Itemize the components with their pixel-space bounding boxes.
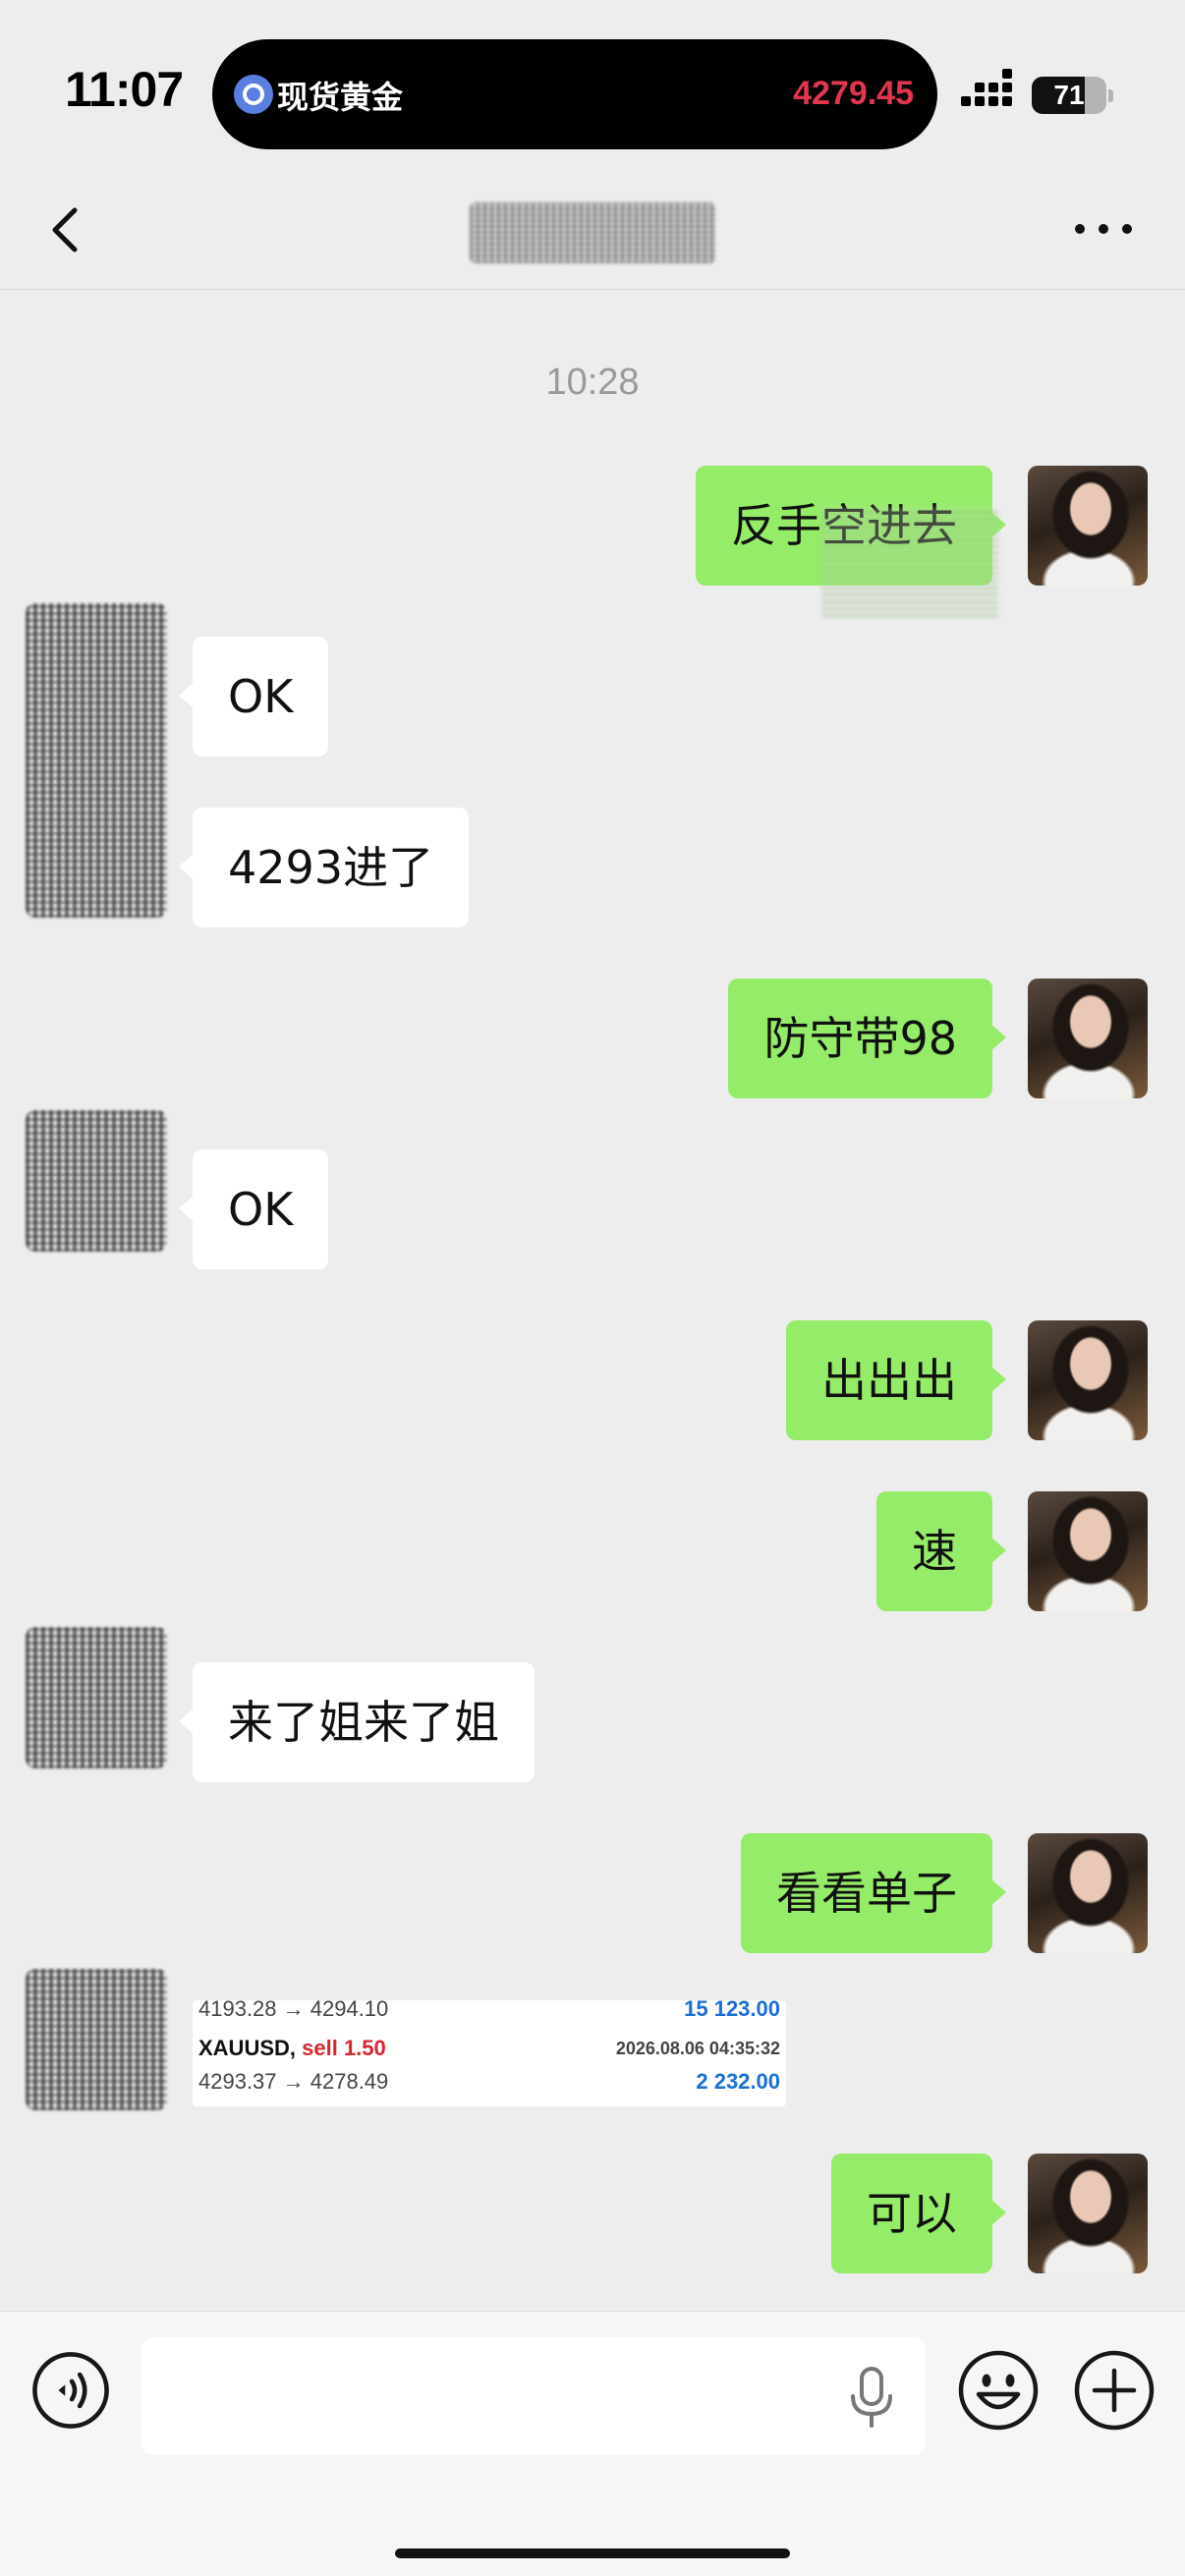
trade-profit: 2 232.00 (696, 2069, 780, 2094)
message-bubble-incoming[interactable]: 4293进了 (178, 808, 470, 927)
message-bubble-incoming[interactable]: OK (178, 1149, 329, 1269)
avatar[interactable] (26, 1110, 167, 1252)
chat-input-bar (0, 2311, 1185, 2576)
trade-prices: 4293.37 → 4278.49 (198, 2069, 389, 2094)
message-input[interactable] (141, 2337, 926, 2455)
status-bar: 11:07 现货黄金 4279.45 71 (0, 0, 1185, 177)
avatar[interactable] (1028, 1320, 1148, 1440)
status-time: 11:07 (65, 62, 184, 117)
avatar[interactable] (26, 1969, 167, 2110)
battery-nub (1108, 89, 1113, 102)
chat-header (0, 177, 1185, 290)
trade-symbol: XAUUSD, (198, 2036, 297, 2060)
redaction-blur (821, 507, 998, 617)
cellular-signal-icon (961, 69, 1016, 114)
message-bubble-incoming[interactable]: 来了姐来了姐 (179, 1662, 535, 1782)
battery-level: 71 (1053, 80, 1085, 110)
voice-mode-icon[interactable] (31, 2351, 110, 2430)
avatar[interactable] (1028, 979, 1148, 1098)
plus-icon[interactable] (1073, 2349, 1156, 2432)
trade-symbol-group: XAUUSD, sell 1.50 (198, 2036, 386, 2061)
trade-row: XAUUSD, sell 1.50 2026.08.06 04:35:32 (198, 2036, 780, 2063)
trade-direction: sell 1.50 (302, 2036, 386, 2060)
gold-app-logo-icon (234, 75, 273, 114)
message-bubble-incoming[interactable]: OK (178, 637, 329, 756)
message-bubble-outgoing[interactable]: 可以 (831, 2154, 1006, 2273)
chevron-left-icon[interactable] (39, 200, 98, 259)
microphone-icon[interactable] (845, 2367, 898, 2430)
avatar[interactable] (1028, 1833, 1148, 1953)
trade-datetime: 2026.08.06 04:35:32 (615, 2039, 780, 2058)
avatar[interactable] (1028, 2154, 1148, 2273)
battery-icon: 71 (1032, 77, 1106, 114)
live-activity-price: 4279.45 (793, 75, 914, 112)
message-bubble-outgoing[interactable]: 出出出 (786, 1320, 1006, 1440)
live-activity-title: 现货黄金 (277, 79, 404, 116)
message-timestamp: 10:28 (545, 362, 640, 403)
message-bubble-outgoing[interactable]: 看看单子 (741, 1833, 1006, 1953)
message-bubble-outgoing[interactable]: 防守带98 (728, 979, 1006, 1098)
trade-row: 4293.37 → 4278.49 2 232.00 (198, 2069, 780, 2097)
more-dots-icon[interactable] (1071, 214, 1136, 244)
avatar[interactable] (26, 603, 167, 918)
trade-profit: 15 123.00 (684, 2000, 780, 2021)
trade-screenshot-image[interactable]: 4193.28 → 4294.10 15 123.00 XAUUSD, sell… (193, 2000, 786, 2106)
avatar[interactable] (26, 1627, 167, 1768)
emoji-icon[interactable] (957, 2349, 1040, 2432)
home-indicator[interactable] (395, 2548, 790, 2558)
trade-row: 4193.28 → 4294.10 15 123.00 (198, 2000, 780, 2024)
trade-prices: 4193.28 → 4294.10 (198, 2000, 389, 2021)
avatar[interactable] (1028, 466, 1148, 586)
live-activity-pill[interactable]: 现货黄金 4279.45 (212, 39, 937, 149)
avatar[interactable] (1028, 1491, 1148, 1611)
message-bubble-outgoing[interactable]: 速 (876, 1491, 1006, 1611)
chat-title-redacted (470, 202, 715, 263)
